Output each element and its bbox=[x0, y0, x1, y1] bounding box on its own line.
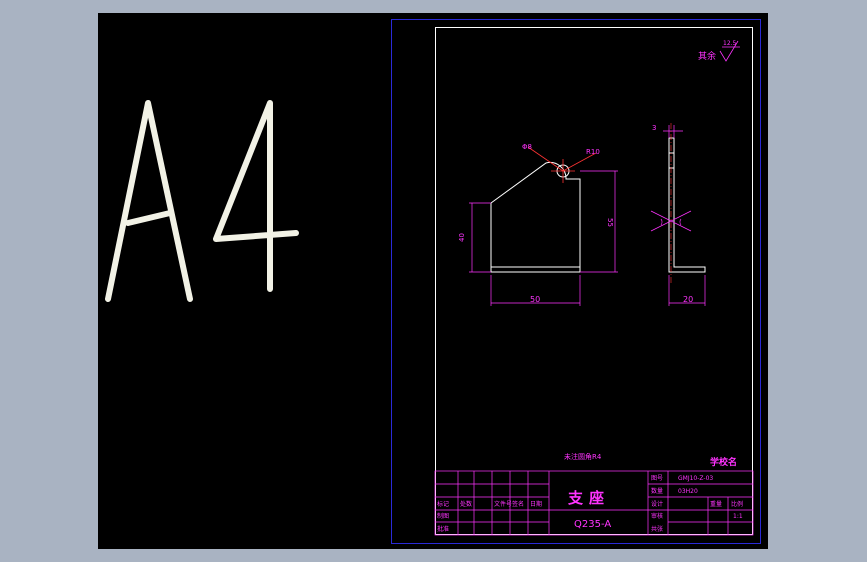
drawing-no: GMJ10-Z-03 bbox=[678, 475, 713, 482]
scale-label: 比例 bbox=[731, 500, 743, 508]
header-col-1: 处数 bbox=[460, 500, 472, 508]
cad-drawing: 其余 12.5 Φ8 R10 40 55 50 3 20 未注圆角R4 学校名 … bbox=[434, 40, 754, 536]
dim-thickness: 3 bbox=[652, 124, 656, 132]
dim-radius: R10 bbox=[586, 148, 600, 156]
dim-side-width: 20 bbox=[683, 295, 693, 304]
part-name: 支座 bbox=[567, 489, 610, 507]
checker-label: 审核 bbox=[651, 512, 663, 520]
header-col-4: 日期 bbox=[530, 500, 542, 508]
sheet-label: 共张 bbox=[651, 525, 663, 533]
qty: 03H20 bbox=[678, 488, 698, 495]
drawing-no-label: 图号 bbox=[651, 475, 663, 482]
dim-height-right: 55 bbox=[606, 218, 614, 227]
qty-label: 数量 bbox=[651, 487, 663, 495]
weight-label: 重量 bbox=[710, 500, 722, 508]
header-col-3: 签名 bbox=[512, 500, 524, 508]
school-name: 学校名 bbox=[710, 456, 737, 468]
front-view bbox=[490, 162, 581, 273]
drawer-label: 制图 bbox=[437, 512, 449, 520]
material: Q235-A bbox=[574, 519, 611, 530]
roughness-label: 其余 bbox=[698, 50, 716, 62]
drawing-canvas[interactable]: A4 其余 12.5 bbox=[98, 13, 768, 549]
roughness-symbol: 其余 12.5 bbox=[698, 40, 740, 62]
side-view-marks bbox=[650, 125, 706, 306]
scale-value: 1:1 bbox=[733, 513, 743, 520]
side-view bbox=[668, 137, 706, 273]
note-fillet: 未注圆角R4 bbox=[564, 452, 602, 461]
header-col-0: 标记 bbox=[437, 500, 449, 508]
dim-hole-dia: Φ8 bbox=[522, 143, 532, 151]
dim-width-bottom: 50 bbox=[530, 295, 540, 304]
designer-label: 设计 bbox=[651, 500, 663, 508]
dim-height-left: 40 bbox=[458, 233, 466, 242]
approver-label: 批准 bbox=[437, 525, 449, 533]
header-col-2: 文件号 bbox=[494, 500, 512, 508]
roughness-value: 12.5 bbox=[723, 40, 737, 47]
